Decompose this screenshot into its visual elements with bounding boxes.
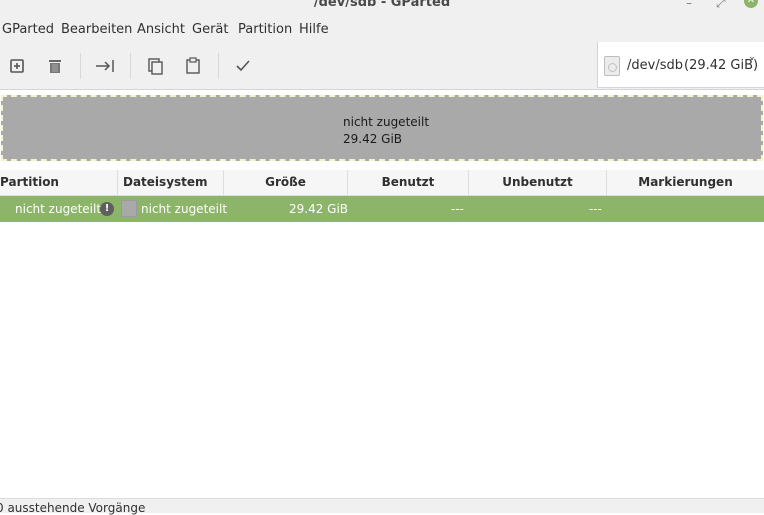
partition-list: nicht zugeteilt ! nicht zugeteilt 29.42 … xyxy=(0,196,764,498)
column-header-size[interactable]: Größe xyxy=(224,170,348,195)
menu-hilfe[interactable]: Hilfe xyxy=(299,22,329,37)
pending-operations-text: 0 ausstehende Vorgänge xyxy=(0,501,146,515)
status-bar: 0 ausstehende Vorgänge xyxy=(0,498,764,515)
title-bar: /dev/sdb - GParted – ⤢ ✕ xyxy=(0,0,764,14)
chevron-down-icon: ˅ xyxy=(749,56,755,70)
filesystem-color-swatch xyxy=(121,200,137,217)
menu-bar: GParted Bearbeiten Ansicht Gerät Partiti… xyxy=(0,14,764,44)
cell-used: --- xyxy=(451,202,464,216)
partition-graphic: nicht zugeteilt 29.42 GiB xyxy=(0,92,764,164)
window-title: /dev/sdb - GParted xyxy=(313,0,451,10)
column-header-unused[interactable]: Unbenutzt xyxy=(469,170,607,195)
toolbar-separator xyxy=(218,53,219,79)
new-partition-icon xyxy=(10,59,24,73)
column-header-flags[interactable]: Markierungen xyxy=(607,170,764,195)
apply-button[interactable] xyxy=(232,55,254,77)
unallocated-label: nicht zugeteilt xyxy=(343,115,430,129)
minimize-button[interactable]: – xyxy=(686,0,692,10)
menu-gparted[interactable]: GParted xyxy=(2,22,54,37)
table-header: Partition Dateisystem Größe Benutzt Unbe… xyxy=(0,170,764,196)
cell-filesystem: nicht zugeteilt xyxy=(141,202,228,216)
resize-move-button[interactable] xyxy=(94,55,116,77)
new-partition-button[interactable] xyxy=(6,55,28,77)
copy-button[interactable] xyxy=(144,55,166,77)
delete-button[interactable] xyxy=(44,55,66,77)
unallocated-size: 29.42 GiB xyxy=(343,132,403,146)
copy-icon xyxy=(148,58,163,75)
apply-icon xyxy=(236,60,250,72)
warning-icon: ! xyxy=(100,202,114,216)
column-header-filesystem[interactable]: Dateisystem xyxy=(118,170,224,195)
cell-partition: nicht zugeteilt xyxy=(15,202,102,216)
paste-button[interactable] xyxy=(182,55,204,77)
device-size: (29.42 GiB) xyxy=(684,58,759,73)
unallocated-block[interactable]: nicht zugeteilt 29.42 GiB xyxy=(1,95,763,161)
resize-move-icon xyxy=(96,60,114,72)
cell-size: 29.42 GiB xyxy=(289,202,349,216)
menu-partition[interactable]: Partition xyxy=(238,22,292,37)
cell-unused: --- xyxy=(589,202,602,216)
paste-icon xyxy=(186,57,200,74)
column-header-used[interactable]: Benutzt xyxy=(348,170,469,195)
device-selector[interactable]: /dev/sdb (29.42 GiB) ˅ xyxy=(597,42,764,88)
delete-icon xyxy=(49,60,61,73)
device-name: /dev/sdb xyxy=(627,58,683,73)
column-header-partition[interactable]: Partition xyxy=(0,170,118,195)
maximize-button[interactable]: ⤢ xyxy=(716,0,726,11)
toolbar-separator xyxy=(130,53,131,79)
menu-ansicht[interactable]: Ansicht xyxy=(137,22,185,37)
disk-icon xyxy=(604,56,620,76)
menu-geraet[interactable]: Gerät xyxy=(192,22,228,37)
table-row[interactable]: nicht zugeteilt ! nicht zugeteilt 29.42 … xyxy=(0,196,764,222)
menu-bearbeiten[interactable]: Bearbeiten xyxy=(61,22,132,37)
toolbar-separator xyxy=(80,53,81,79)
